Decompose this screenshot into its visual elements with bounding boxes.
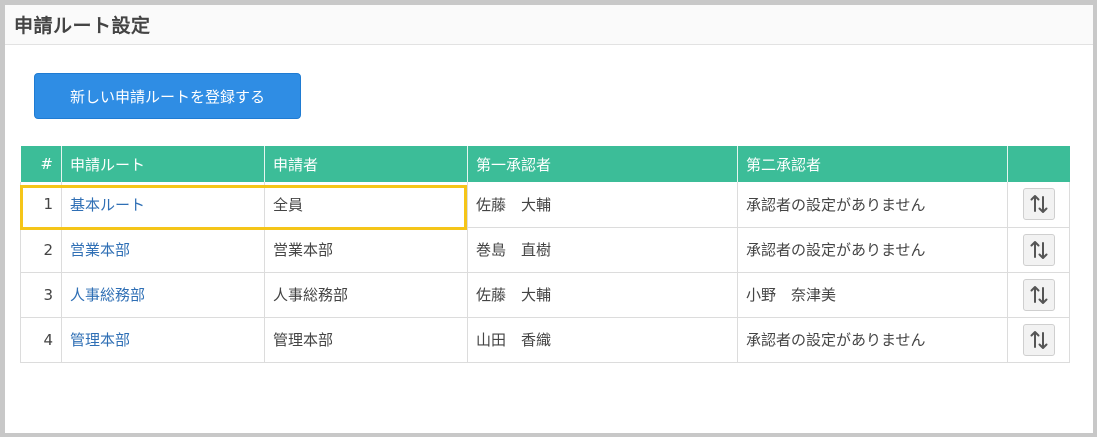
table-row: 4 管理本部 管理本部 山田 香織 承認者の設定がありません — [20, 317, 1070, 363]
row-number: 3 — [20, 272, 62, 318]
route-cell: 管理本部 — [61, 317, 265, 363]
table-header-row: # 申請ルート 申請者 第一承認者 第二承認者 — [20, 146, 1070, 182]
sort-cell — [1007, 227, 1070, 273]
route-cell: 基本ルート — [61, 182, 265, 228]
sort-button[interactable] — [1022, 188, 1055, 221]
row-number: 4 — [20, 317, 62, 363]
first-approver-cell: 佐藤 大輔 — [467, 182, 738, 228]
sort-cell — [1007, 317, 1070, 363]
sort-arrows-icon — [1030, 285, 1047, 304]
first-approver-cell: 巻島 直樹 — [467, 227, 738, 273]
sort-arrows-icon — [1030, 330, 1047, 349]
second-approver-cell: 小野 奈津美 — [737, 272, 1008, 318]
sort-button[interactable] — [1022, 323, 1055, 356]
sort-button[interactable] — [1022, 278, 1055, 311]
first-approver-cell: 山田 香織 — [467, 317, 738, 363]
table-row: 2 営業本部 営業本部 巻島 直樹 承認者の設定がありません — [20, 227, 1070, 273]
register-route-button[interactable]: 新しい申請ルートを登録する — [34, 73, 301, 119]
route-cell: 人事総務部 — [61, 272, 265, 318]
table-row: 3 人事総務部 人事総務部 佐藤 大輔 小野 奈津美 — [20, 272, 1070, 318]
page-title: 申請ルート設定 — [14, 15, 151, 37]
row-number: 2 — [20, 227, 62, 273]
second-approver-cell: 承認者の設定がありません — [737, 227, 1008, 273]
first-approver-cell: 佐藤 大輔 — [467, 272, 738, 318]
sort-button[interactable] — [1022, 233, 1055, 266]
route-link[interactable]: 管理本部 — [70, 331, 130, 349]
applicant-cell: 営業本部 — [264, 227, 468, 273]
sort-cell — [1007, 182, 1070, 228]
column-header-route: 申請ルート — [61, 146, 265, 182]
sort-arrows-icon — [1030, 195, 1047, 214]
column-header-first-approver: 第一承認者 — [467, 146, 738, 182]
applicant-cell: 管理本部 — [264, 317, 468, 363]
column-header-applicant: 申請者 — [264, 146, 468, 182]
second-approver-cell: 承認者の設定がありません — [737, 317, 1008, 363]
route-link[interactable]: 基本ルート — [70, 196, 145, 214]
page-header: 申請ルート設定 — [5, 5, 1093, 45]
column-header-second-approver: 第二承認者 — [737, 146, 1008, 182]
table-row: 1 基本ルート 全員 佐藤 大輔 承認者の設定がありません — [20, 182, 1070, 228]
route-link[interactable]: 人事総務部 — [70, 286, 145, 304]
column-header-number: # — [20, 146, 62, 182]
sort-cell — [1007, 272, 1070, 318]
column-header-sort — [1007, 146, 1070, 182]
applicant-cell: 人事総務部 — [264, 272, 468, 318]
second-approver-cell: 承認者の設定がありません — [737, 182, 1008, 228]
row-number: 1 — [20, 182, 62, 228]
route-cell: 営業本部 — [61, 227, 265, 273]
main-panel: 申請ルート設定 新しい申請ルートを登録する # 申請ルート 申請者 第一承認者 … — [5, 5, 1093, 433]
route-table: # 申請ルート 申請者 第一承認者 第二承認者 1 基本ルート 全員 佐藤 大輔… — [20, 146, 1070, 363]
sort-arrows-icon — [1030, 240, 1047, 259]
applicant-cell: 全員 — [264, 182, 468, 228]
route-link[interactable]: 営業本部 — [70, 241, 130, 259]
